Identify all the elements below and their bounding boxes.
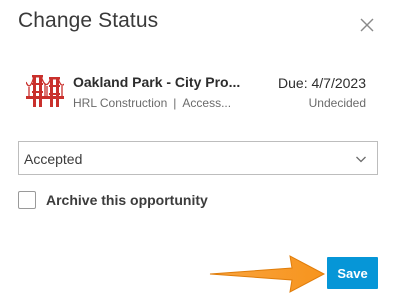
save-button[interactable]: Save: [327, 257, 378, 289]
close-button[interactable]: [356, 14, 378, 36]
close-icon: [360, 18, 374, 32]
opportunity-subtitle: HRL Construction | Access...: [73, 96, 243, 110]
archive-checkbox-label: Archive this opportunity: [46, 192, 208, 208]
archive-checkbox[interactable]: [18, 191, 36, 209]
opportunity-name: Oakland Park - City Pro...: [73, 74, 241, 90]
status-select[interactable]: Accepted: [18, 141, 378, 175]
subtitle-separator: |: [173, 96, 177, 110]
chevron-down-icon: [356, 156, 366, 163]
orange-arrow-icon: [209, 255, 326, 293]
opportunity-card: Oakland Park - City Pro... HRL Construct…: [24, 66, 374, 118]
change-status-dialog: Change Status Oakland Park - City Pro...…: [0, 0, 396, 307]
opportunity-due-date: Due: 4/7/2023: [278, 75, 366, 91]
opportunity-company: HRL Construction: [73, 96, 168, 110]
golden-gate-bridge-icon: [26, 75, 64, 107]
opportunity-current-status: Undecided: [308, 96, 366, 110]
opportunity-detail: Access...: [182, 96, 232, 110]
status-select-value: Accepted: [24, 151, 83, 167]
dialog-title: Change Status: [18, 9, 159, 32]
